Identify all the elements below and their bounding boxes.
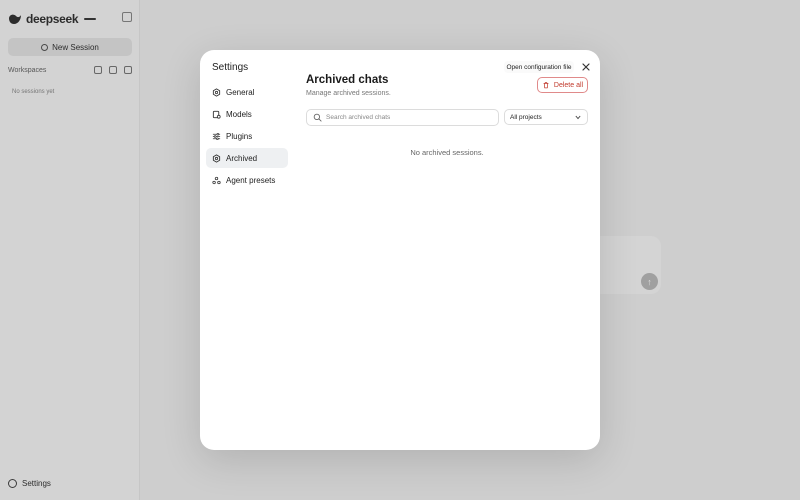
models-icon [212,110,221,119]
nav-item-plugins[interactable]: Plugins [206,126,288,146]
close-icon[interactable] [581,62,591,72]
nav-item-archived[interactable]: Archived [206,148,288,168]
nav-item-models[interactable]: Models [206,104,288,124]
project-filter-value: All projects [510,113,542,121]
delete-all-label: Delete all [553,81,584,89]
search-icon [313,113,322,122]
nav-label: Plugins [226,131,253,141]
sliders-icon [212,132,221,140]
delete-all-button[interactable]: Delete all [537,77,588,93]
hexagon-icon [212,87,221,97]
search-input[interactable] [326,114,496,121]
archive-icon [212,153,221,163]
nav-label: Archived [226,153,258,163]
trash-icon [543,82,549,89]
nav-label: General [226,87,255,97]
project-filter-select[interactable]: All projects [504,109,588,125]
agent-icon [212,176,221,184]
nav-item-general[interactable]: General [206,82,288,102]
nav-label: Agent presets [226,175,276,185]
modal-title: Settings [212,62,249,73]
nav-label: Models [226,109,252,119]
empty-state-text: No archived sessions. [410,148,484,157]
chevron-down-icon [575,115,581,120]
open-config-button[interactable]: Open configuration file [504,61,574,73]
settings-nav: General Models Plugins Archived Agent pr… [206,82,288,192]
search-box[interactable] [306,109,499,126]
settings-modal: Settings Open configuration file General… [200,50,600,450]
nav-item-agent-presets[interactable]: Agent presets [206,170,288,190]
